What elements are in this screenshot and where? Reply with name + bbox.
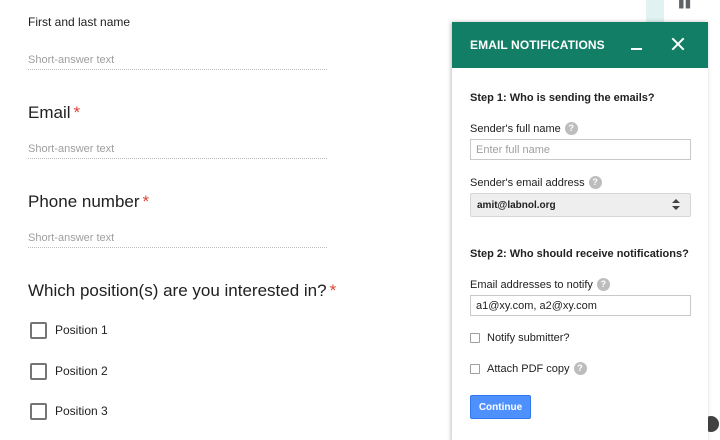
notify-submitter-checkbox[interactable] bbox=[470, 333, 480, 343]
notify-submitter-label: Notify submitter? bbox=[487, 332, 570, 344]
help-icon[interactable]: ? bbox=[596, 278, 610, 291]
position-question-label: Which position(s) are you interested in? bbox=[28, 281, 327, 300]
sender-email-select[interactable]: amit@labnol.org bbox=[470, 193, 691, 217]
sender-email-value: amit@labnol.org bbox=[477, 199, 556, 211]
sender-name-input[interactable] bbox=[470, 139, 691, 160]
checkbox[interactable] bbox=[30, 321, 47, 339]
required-mark: * bbox=[142, 192, 150, 211]
sender-name-label-text: Sender's full name bbox=[470, 122, 561, 135]
step-2-heading: Step 2: Who should receive notifications… bbox=[470, 248, 689, 260]
option-position-2[interactable]: Position 2 bbox=[30, 362, 108, 380]
option-position-3[interactable]: Position 3 bbox=[30, 402, 108, 420]
help-icon[interactable]: ? bbox=[564, 122, 578, 135]
option-label: Position 2 bbox=[55, 364, 108, 378]
close-icon[interactable] bbox=[668, 33, 690, 55]
panel-header: EMAIL NOTIFICATIONS bbox=[452, 22, 708, 68]
email-notifications-panel: EMAIL NOTIFICATIONS Step 1: Who is sendi… bbox=[452, 22, 708, 440]
phone-answer-field[interactable]: Short-answer text bbox=[28, 230, 327, 248]
option-label: Position 1 bbox=[55, 323, 108, 337]
help-icon[interactable]: ? bbox=[588, 176, 602, 189]
sender-name-label: Sender's full name ? bbox=[470, 122, 578, 135]
select-arrows-icon bbox=[672, 199, 680, 211]
step-1-heading: Step 1: Who is sending the emails? bbox=[470, 92, 655, 104]
checkbox[interactable] bbox=[30, 402, 47, 420]
notify-addresses-label: Email addresses to notify ? bbox=[470, 278, 610, 291]
phone-question: Phone number * bbox=[28, 192, 149, 212]
email-question-label: Email bbox=[28, 103, 71, 122]
attach-pdf-label: Attach PDF copy bbox=[487, 362, 570, 375]
option-label: Position 3 bbox=[55, 404, 108, 418]
toolbar-icon: ▮▮ bbox=[678, 0, 692, 10]
attach-pdf-checkbox[interactable] bbox=[470, 363, 480, 374]
sender-email-label-text: Sender's email address bbox=[470, 176, 585, 189]
sender-email-label: Sender's email address ? bbox=[470, 176, 602, 189]
position-question: Which position(s) are you interested in?… bbox=[28, 281, 336, 301]
panel-title: EMAIL NOTIFICATIONS bbox=[470, 38, 605, 52]
attach-pdf-option[interactable]: Attach PDF copy ? bbox=[470, 362, 587, 375]
email-answer-field[interactable]: Short-answer text bbox=[28, 141, 327, 159]
phone-question-label: Phone number bbox=[28, 192, 140, 211]
name-answer-field[interactable]: Short-answer text bbox=[28, 52, 327, 70]
google-form: First and last name Short-answer text Em… bbox=[0, 0, 452, 440]
help-icon[interactable]: ? bbox=[573, 362, 587, 375]
notify-submitter-option[interactable]: Notify submitter? bbox=[470, 332, 570, 344]
notify-addresses-label-text: Email addresses to notify bbox=[470, 278, 593, 291]
checkbox[interactable] bbox=[30, 362, 47, 380]
continue-button[interactable]: Continue bbox=[470, 395, 531, 419]
name-question: First and last name bbox=[28, 15, 131, 29]
required-mark: * bbox=[73, 103, 81, 122]
option-position-1[interactable]: Position 1 bbox=[30, 321, 108, 339]
notify-addresses-input[interactable] bbox=[470, 295, 691, 316]
required-mark: * bbox=[329, 281, 337, 300]
email-question: Email * bbox=[28, 103, 80, 123]
minimize-icon[interactable] bbox=[626, 33, 648, 55]
